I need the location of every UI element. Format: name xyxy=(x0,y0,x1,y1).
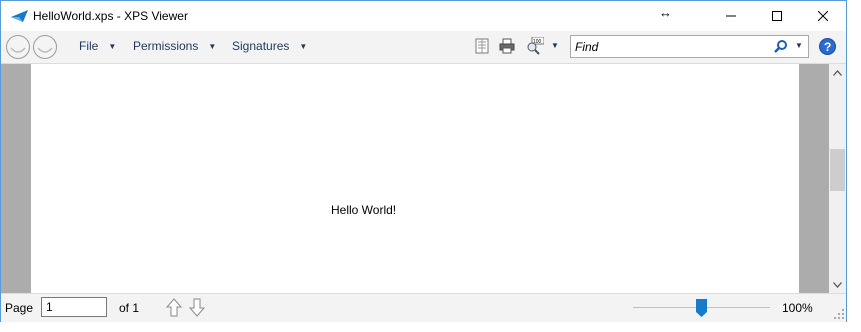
signatures-menu-label: Signatures xyxy=(232,39,290,53)
file-menu-label: File xyxy=(79,39,99,53)
next-page-button[interactable] xyxy=(189,298,205,317)
title-bar: HelloWorld.xps - XPS Viewer ↔ xyxy=(1,1,846,31)
scroll-up-button[interactable] xyxy=(829,64,846,81)
chevron-down-icon: ▼ xyxy=(108,41,117,51)
xps-viewer-window: HelloWorld.xps - XPS Viewer ↔ File ▼ Per… xyxy=(0,0,847,322)
resize-grip-icon[interactable] xyxy=(833,308,845,320)
scrollbar-thumb[interactable] xyxy=(830,149,845,191)
page-number-input[interactable] xyxy=(41,297,107,317)
minimize-icon xyxy=(726,15,736,17)
zoom-level-label: 100% xyxy=(782,301,813,315)
help-icon[interactable]: ? xyxy=(819,38,836,55)
resize-cursor-icon: ↔ xyxy=(659,5,672,20)
scroll-down-button[interactable] xyxy=(829,276,846,293)
window-title: HelloWorld.xps - XPS Viewer xyxy=(33,9,188,23)
close-icon xyxy=(818,11,828,21)
search-icon[interactable] xyxy=(773,39,789,55)
document-text: Hello World! xyxy=(331,203,397,217)
find-field[interactable]: ▼ xyxy=(570,35,809,58)
xps-app-icon xyxy=(11,10,28,22)
zoom-slider-thumb[interactable] xyxy=(696,299,707,317)
permissions-menu[interactable]: Permissions ▼ xyxy=(133,39,216,53)
document-viewport: Hello World! xyxy=(1,64,846,293)
vertical-scrollbar[interactable] xyxy=(829,64,846,293)
zoom-dropdown-icon[interactable]: ▼ xyxy=(551,41,559,50)
page-label: Page xyxy=(5,301,34,315)
chevron-down-icon: ▼ xyxy=(299,41,308,51)
maximize-icon xyxy=(772,11,782,21)
permissions-menu-label: Permissions xyxy=(133,39,199,53)
print-icon[interactable] xyxy=(498,37,516,55)
maximize-button[interactable] xyxy=(754,1,800,31)
status-bar: Page of 1 100% xyxy=(1,293,846,322)
chevron-down-icon: ▼ xyxy=(208,41,217,51)
find-input[interactable] xyxy=(575,38,765,55)
page-count-label: of 1 xyxy=(119,301,140,315)
minimize-button[interactable] xyxy=(708,1,754,31)
file-menu[interactable]: File ▼ xyxy=(79,39,116,53)
signatures-menu[interactable]: Signatures ▼ xyxy=(232,39,307,53)
toolbar: File ▼ Permissions ▼ Signatures ▼ 100 ▼ … xyxy=(1,31,846,64)
back-forward-buttons[interactable] xyxy=(5,34,59,60)
zoom-icon[interactable]: 100 xyxy=(526,37,544,55)
svg-text:?: ? xyxy=(824,40,831,54)
previous-page-button[interactable] xyxy=(166,298,182,317)
outline-view-icon[interactable] xyxy=(473,37,491,55)
find-options-dropdown-icon[interactable]: ▼ xyxy=(795,41,803,50)
chevron-down-icon xyxy=(833,281,842,288)
document-page: Hello World! xyxy=(31,64,799,293)
chevron-up-icon xyxy=(833,69,842,76)
close-button[interactable] xyxy=(800,1,846,31)
